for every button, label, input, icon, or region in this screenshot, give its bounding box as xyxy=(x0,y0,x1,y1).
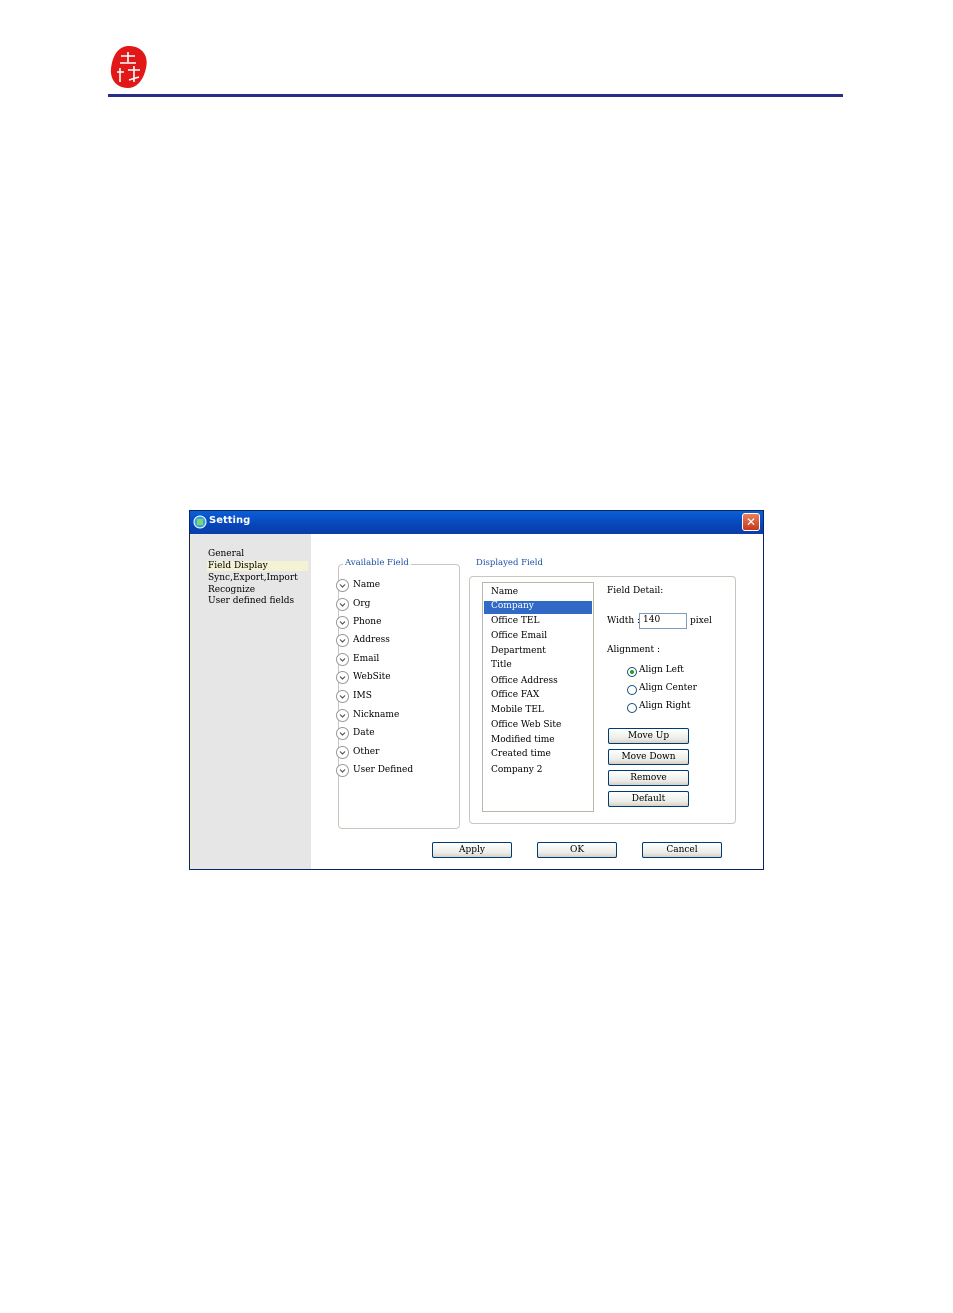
apply-button[interactable]: Apply xyxy=(432,842,512,858)
available-item-user-defined[interactable]: User Defined xyxy=(336,764,414,777)
list-item[interactable]: Office Email xyxy=(491,631,547,641)
displayed-field-list[interactable]: Name Company Office TEL Office Email Dep… xyxy=(482,582,594,812)
window-title: Setting xyxy=(209,515,251,526)
app-icon xyxy=(193,515,207,529)
expand-chevron-icon[interactable] xyxy=(336,616,349,629)
available-item-address[interactable]: Address xyxy=(336,634,390,647)
list-item[interactable]: Office Address xyxy=(491,676,558,686)
width-unit-label: pixel xyxy=(690,616,712,626)
expand-chevron-icon[interactable] xyxy=(336,653,349,666)
available-item-label: Name xyxy=(353,580,381,590)
available-item-org[interactable]: Org xyxy=(336,598,371,611)
company-logo xyxy=(110,46,147,88)
list-item[interactable]: Office Web Site xyxy=(491,720,561,730)
available-item-label: Other xyxy=(353,747,380,757)
nav-item-sync-export-import[interactable]: Sync,Export,Import xyxy=(208,573,298,583)
available-field-label: Available Field xyxy=(343,558,411,568)
align-left-label: Align Left xyxy=(639,665,684,675)
close-button[interactable]: ✕ xyxy=(742,513,760,531)
nav-item-recognize[interactable]: Recognize xyxy=(208,585,255,595)
move-up-button[interactable]: Move Up xyxy=(608,728,689,744)
nav-item-user-defined-fields[interactable]: User defined fields xyxy=(208,596,294,606)
available-item-phone[interactable]: Phone xyxy=(336,616,382,629)
expand-chevron-icon[interactable] xyxy=(336,709,349,722)
available-item-label: User Defined xyxy=(353,765,414,775)
title-bar[interactable]: Setting ✕ xyxy=(190,511,763,534)
available-item-date[interactable]: Date xyxy=(336,727,375,740)
expand-chevron-icon[interactable] xyxy=(336,634,349,647)
list-item[interactable]: Mobile TEL xyxy=(491,705,544,715)
list-item[interactable]: Company 2 xyxy=(491,765,542,775)
list-item[interactable]: Modified time xyxy=(491,735,555,745)
expand-chevron-icon[interactable] xyxy=(336,671,349,684)
available-item-label: Email xyxy=(353,654,380,664)
available-item-label: Address xyxy=(353,635,390,645)
expand-chevron-icon[interactable] xyxy=(336,746,349,759)
available-item-nickname[interactable]: Nickname xyxy=(336,709,400,722)
move-down-button[interactable]: Move Down xyxy=(608,749,689,765)
width-label: Width : xyxy=(607,616,641,626)
align-center-label: Align Center xyxy=(639,683,697,693)
available-item-label: Phone xyxy=(353,617,382,627)
settings-nav: General Field Display Sync,Export,Import… xyxy=(192,534,311,869)
align-right-label: Align Right xyxy=(639,701,691,711)
list-item[interactable]: Created time xyxy=(491,749,551,759)
available-item-email[interactable]: Email xyxy=(336,653,380,666)
available-item-label: WebSite xyxy=(353,672,391,682)
available-item-label: Date xyxy=(353,728,375,738)
expand-chevron-icon[interactable] xyxy=(336,690,349,703)
list-item-selected[interactable]: Company xyxy=(484,601,592,614)
available-item-label: Nickname xyxy=(353,710,400,720)
expand-chevron-icon[interactable] xyxy=(336,598,349,611)
available-item-website[interactable]: WebSite xyxy=(336,671,391,684)
align-center-radio[interactable] xyxy=(627,685,637,695)
align-right-radio[interactable] xyxy=(627,703,637,713)
nav-item-general[interactable]: General xyxy=(208,549,244,559)
nav-item-field-display[interactable]: Field Display xyxy=(207,561,308,571)
list-item[interactable]: Office TEL xyxy=(491,616,539,626)
expand-chevron-icon[interactable] xyxy=(336,579,349,592)
default-button[interactable]: Default xyxy=(608,791,689,807)
align-left-radio[interactable] xyxy=(627,667,637,677)
header-rule xyxy=(108,94,843,97)
available-item-ims[interactable]: IMS xyxy=(336,690,372,703)
available-item-other[interactable]: Other xyxy=(336,746,380,759)
field-detail-label: Field Detail: xyxy=(607,586,664,596)
remove-button[interactable]: Remove xyxy=(608,770,689,786)
available-item-name[interactable]: Name xyxy=(336,579,381,592)
available-item-label: Org xyxy=(353,599,371,609)
expand-chevron-icon[interactable] xyxy=(336,764,349,777)
displayed-field-label: Displayed Field xyxy=(474,558,545,568)
alignment-label: Alignment : xyxy=(607,645,660,655)
expand-chevron-icon[interactable] xyxy=(336,727,349,740)
ok-button[interactable]: OK xyxy=(537,842,617,858)
available-item-label: IMS xyxy=(353,691,372,701)
cancel-button[interactable]: Cancel xyxy=(642,842,722,858)
width-input[interactable]: 140 xyxy=(639,613,687,629)
list-item[interactable]: Department xyxy=(491,646,546,656)
setting-window: Setting ✕ General Field Display Sync,Exp… xyxy=(189,510,764,870)
list-item[interactable]: Office FAX xyxy=(491,690,539,700)
list-item[interactable]: Name xyxy=(491,587,518,597)
list-item[interactable]: Title xyxy=(491,660,512,670)
